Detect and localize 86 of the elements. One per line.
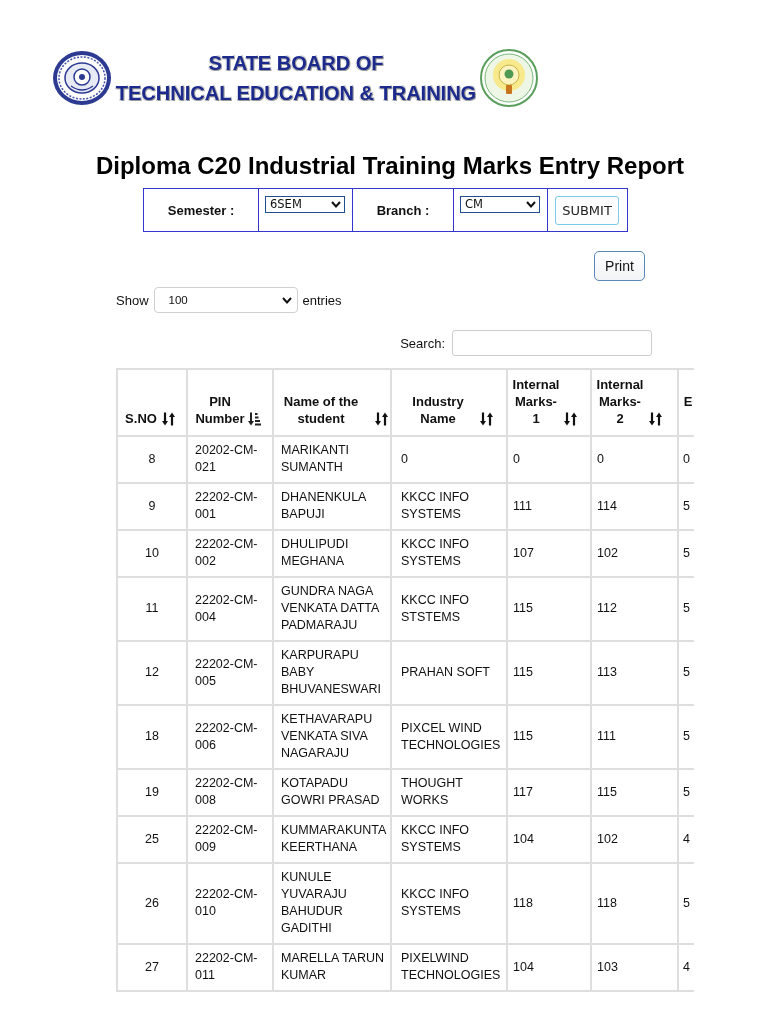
table-cell: 22202-CM-009 [187,816,273,863]
column-header[interactable]: PIN Number [187,369,273,436]
entries-label: entries [302,292,342,308]
submit-button[interactable]: SUBMIT [555,196,619,225]
table-cell: KKCC INFO SYSTEMS [391,483,507,530]
table-cell: 102 [591,530,678,577]
branch-label: Branch : [376,203,430,218]
column-header[interactable]: Internal Marks-2 [591,369,678,436]
table-cell: 111 [591,705,678,769]
table-cell: KOTAPADU GOWRI PRASAD [273,769,391,816]
table-cell: 22202-CM-001 [187,483,273,530]
chevron-down-icon [281,296,292,304]
table-cell: 11 [117,577,187,641]
table-cell: DHULIPUDI MEGHANA [273,530,391,577]
table-cell: 0 [591,436,678,483]
table-cell: 8 [117,436,187,483]
table-cell: KUNULE YUVARAJU BAHUDUR GADITHI [273,863,391,944]
table-cell: MARIKANTI SUMANTH [273,436,391,483]
semester-label: Semester : [167,203,235,218]
table-cell: KKCC INFO SYSTEMS [391,863,507,944]
page-title: Diploma C20 Industrial Training Marks Entry Report [95,152,685,180]
table-cell: MARELLA TARUN KUMAR [273,944,391,991]
branch-select[interactable]: CM [460,196,540,213]
table-cell: 0 [391,436,507,483]
search-field[interactable] [452,330,652,356]
table-cell: 27 [117,944,187,991]
banner-title-line: STATE BOARD OF [208,51,384,76]
table-cell: KARPURAPU BABY BHUVANESWARI [273,641,391,705]
table-cell: DHANENKULA BAPUJI [273,483,391,530]
table-cell: 18 [117,705,187,769]
table-cell: 22202-CM-011 [187,944,273,991]
table-cell: 10 [117,530,187,577]
table-cell: 111 [507,483,591,530]
column-header[interactable]: Internal Marks-1 [507,369,591,436]
entries-select[interactable]: 100 [153,287,298,313]
table-cell: 22202-CM-002 [187,530,273,577]
table-cell: 115 [507,577,591,641]
round-emblem-icon [480,49,538,107]
table-cell: KKCC INFO SYSTEMS [391,816,507,863]
table-cell: 22202-CM-004 [187,577,273,641]
table-cell: GUNDRA NAGA VENKATA DATTA PADMARAJU [273,577,391,641]
table-cell: 107 [507,530,591,577]
table-cell: 26 [117,863,187,944]
table-cell: 112 [591,577,678,641]
column-header[interactable]: S.NO [117,369,187,436]
table-cell: 114 [591,483,678,530]
print-button[interactable]: Print [594,251,645,281]
table-cell: 113 [591,641,678,705]
table-cell: 9 [117,483,187,530]
table-cell: KETHAVARAPU VENKATA SIVA NAGARAJU [273,705,391,769]
column-header[interactable]: E [678,369,694,436]
table-cell: 115 [591,769,678,816]
table-cell: 117 [507,769,591,816]
table-cell: THOUGHT WORKS [391,769,507,816]
table-cell: PIXCEL WIND TECHNOLOGIES [391,705,507,769]
table-cell: 118 [591,863,678,944]
table-cell: 104 [507,816,591,863]
table-cell: 115 [507,641,591,705]
search-label: Search: [400,335,445,351]
table-cell: 0 [507,436,591,483]
table-cell: 25 [117,816,187,863]
table-cell: 12 [117,641,187,705]
table-cell: KKCC INFO STSTEMS [391,577,507,641]
banner-title-line: TECHNICAL EDUCATION & TRAINING [115,81,477,106]
table-cell: 20202-CM-021 [187,436,273,483]
table-cell: 22202-CM-006 [187,705,273,769]
table-cell: KUMMARAKUNTA KEERTHANA [273,816,391,863]
table-cell: 104 [507,944,591,991]
chevron-down-icon [526,201,536,208]
table-cell: 115 [507,705,591,769]
show-label: Show [116,292,149,308]
table-cell: PRAHAN SOFT [391,641,507,705]
circular-seal-icon [52,50,112,106]
chevron-down-icon [331,201,341,208]
column-header[interactable]: Name of the student [273,369,391,436]
table-cell: 102 [591,816,678,863]
table-cell: PIXELWIND TECHNOLOGIES [391,944,507,991]
table-cell: 22202-CM-008 [187,769,273,816]
table-cell: 19 [117,769,187,816]
table-cell: 22202-CM-010 [187,863,273,944]
table-cell: 22202-CM-005 [187,641,273,705]
table-cell: 118 [507,863,591,944]
table-cell: KKCC INFO SYSTEMS [391,530,507,577]
semester-select[interactable]: 6SEM [265,196,345,213]
column-header[interactable]: Industry Name [391,369,507,436]
table-cell: 103 [591,944,678,991]
